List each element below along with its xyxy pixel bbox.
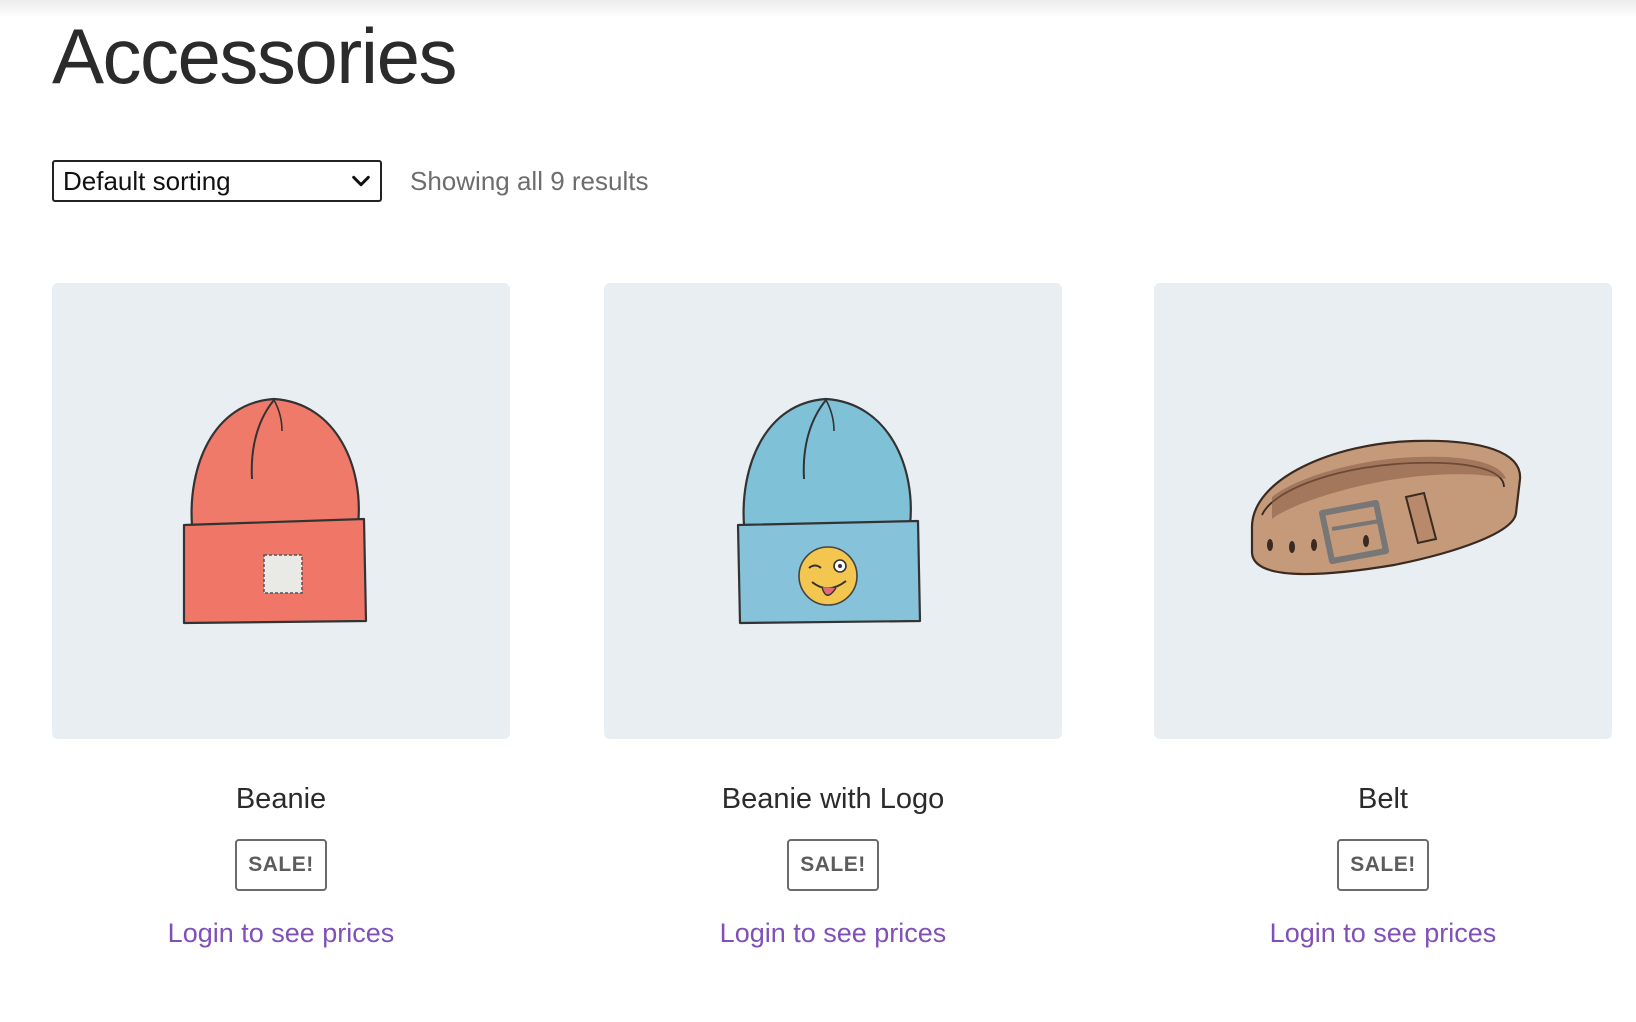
product-card-beanie-with-logo: Beanie with Logo SALE! Login to see pric… xyxy=(604,283,1062,983)
shop-page: Accessories Default sorting Showing all … xyxy=(52,0,1612,1022)
product-card-beanie: Beanie SALE! Login to see prices xyxy=(52,283,510,983)
beanie-red-icon xyxy=(182,397,368,625)
login-to-see-prices-link[interactable]: Login to see prices xyxy=(52,918,510,949)
product-name[interactable]: Beanie xyxy=(52,783,510,816)
product-image-belt[interactable] xyxy=(1154,283,1612,739)
sorting-select-value: Default sorting xyxy=(63,165,231,196)
beanie-blue-logo-icon xyxy=(736,397,922,625)
product-grid: Beanie SALE! Login to see prices Beanie … xyxy=(52,283,1612,983)
login-to-see-prices-link[interactable]: Login to see prices xyxy=(604,918,1062,949)
product-card-belt: Belt SALE! Login to see prices xyxy=(1154,283,1612,983)
belt-icon xyxy=(1250,439,1522,576)
login-to-see-prices-link[interactable]: Login to see prices xyxy=(1154,918,1612,949)
sale-badge: SALE! xyxy=(235,839,327,891)
sorting-select[interactable]: Default sorting xyxy=(52,160,382,202)
shop-toolbar: Default sorting Showing all 9 results xyxy=(52,160,648,202)
chevron-down-icon xyxy=(352,175,370,187)
product-image-beanie-with-logo[interactable] xyxy=(604,283,1062,739)
page-title: Accessories xyxy=(52,12,457,100)
product-name[interactable]: Belt xyxy=(1154,783,1612,816)
sale-badge: SALE! xyxy=(787,839,879,891)
product-image-beanie[interactable] xyxy=(52,283,510,739)
sale-badge: SALE! xyxy=(1337,839,1429,891)
product-name[interactable]: Beanie with Logo xyxy=(604,783,1062,816)
result-count: Showing all 9 results xyxy=(410,165,649,196)
